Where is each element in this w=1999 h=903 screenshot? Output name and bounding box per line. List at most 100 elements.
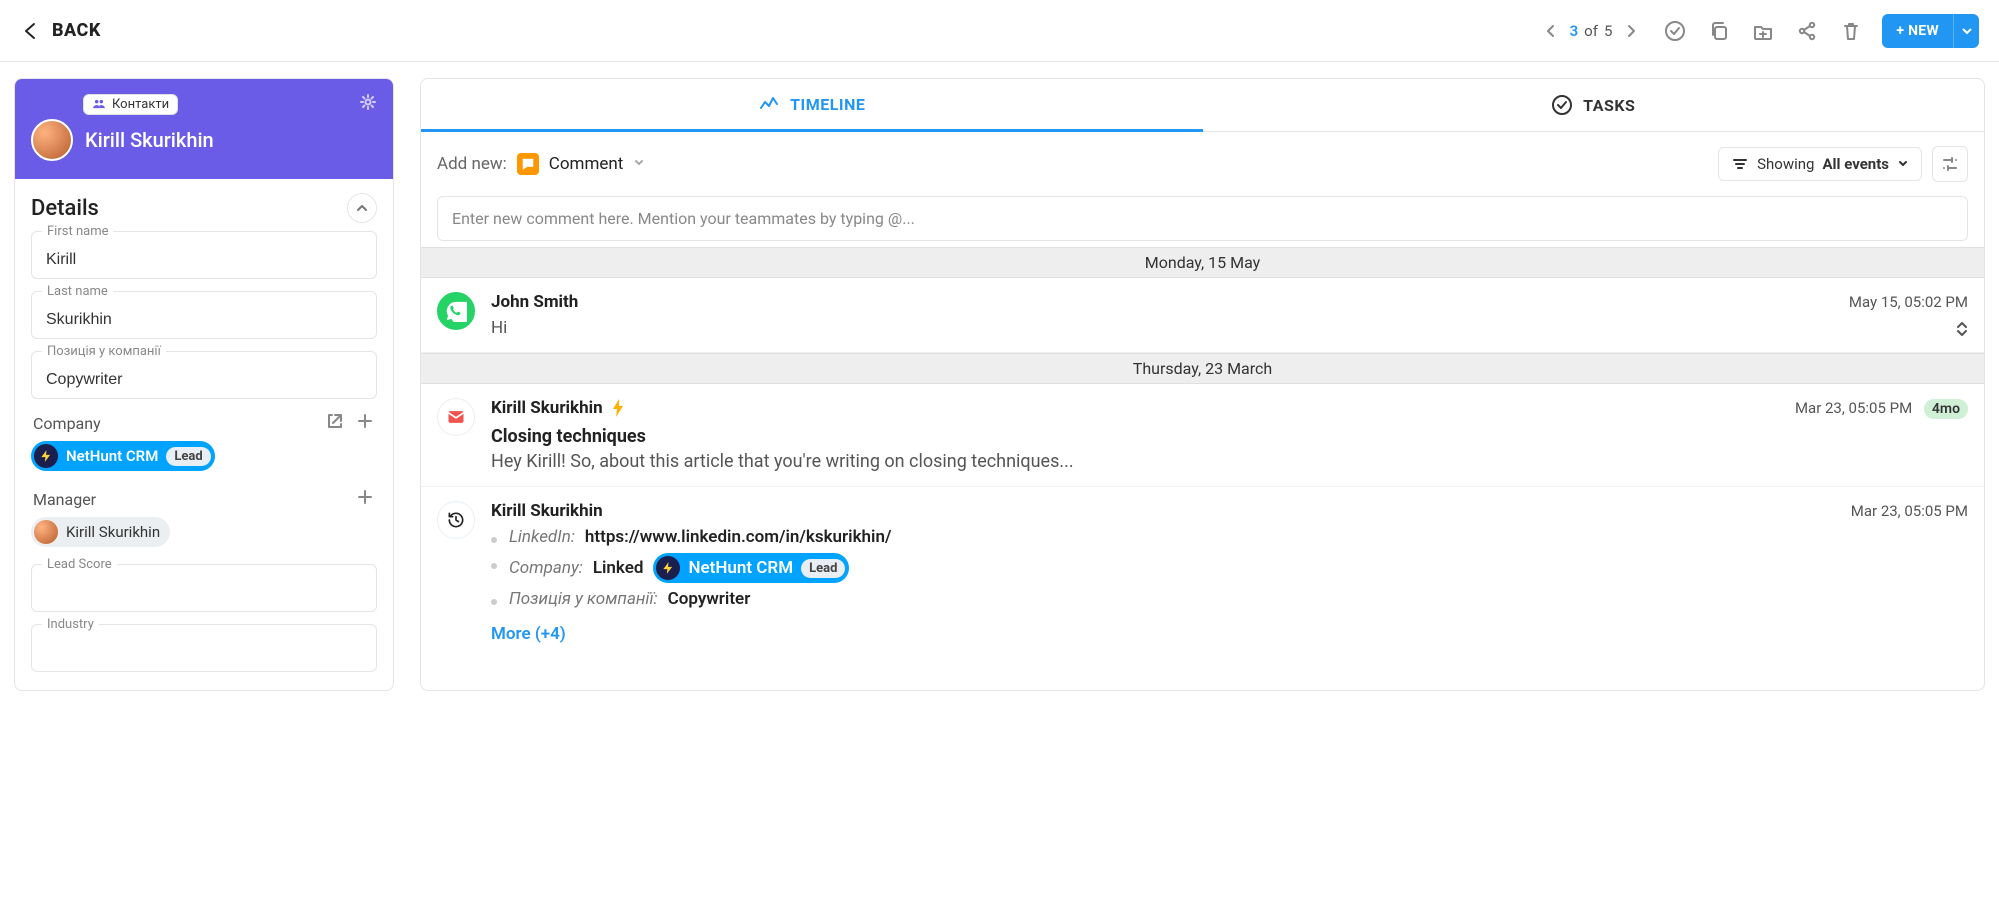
history-icon [437, 501, 475, 539]
delete-button[interactable] [1838, 18, 1864, 44]
company-section-label: Company [33, 414, 101, 433]
add-new-label: Add new: [437, 154, 507, 174]
lead-score-field[interactable]: Lead Score [31, 564, 377, 612]
record-pager: 3 of 5 [1538, 18, 1645, 44]
contact-avatar[interactable] [31, 119, 73, 161]
share-button[interactable] [1794, 18, 1820, 44]
position-label: Позиція у компанії [42, 344, 166, 359]
contacts-icon [92, 97, 106, 111]
add-new-type[interactable]: Comment [549, 154, 624, 174]
company-logo-icon [34, 444, 58, 468]
add-company-button[interactable] [355, 411, 375, 435]
folder-chip[interactable]: Контакти [83, 94, 178, 115]
change-value: Copywriter [668, 589, 751, 609]
timeline-icon [758, 93, 780, 115]
tab-tasks[interactable]: TASKS [1203, 79, 1985, 131]
entry-author: Kirill Skurikhin [491, 398, 603, 418]
plus-icon [355, 411, 375, 431]
add-manager-button[interactable] [355, 487, 375, 511]
date-separator: Thursday, 23 March [421, 353, 1984, 384]
entry-author: Kirill Skurikhin [491, 501, 603, 521]
mark-done-button[interactable] [1662, 18, 1688, 44]
first-name-input[interactable] [44, 250, 364, 270]
contact-sidebar: Контакти Kirill Skurikhin Details First … [14, 78, 394, 691]
company-chip-name: NetHunt CRM [688, 558, 793, 578]
open-company-button[interactable] [325, 411, 345, 435]
entry-age-badge: 4mo [1924, 399, 1968, 419]
last-name-label: Last name [42, 284, 113, 299]
filter-value: All events [1822, 155, 1889, 173]
manager-chip[interactable]: Kirill Skurikhin [31, 517, 170, 547]
company-chip-stage: Lead [801, 559, 845, 578]
new-button-label: + NEW [1882, 14, 1953, 48]
pager-total: 5 [1604, 22, 1612, 40]
new-button[interactable]: + NEW [1882, 14, 1979, 48]
comment-type-icon [517, 153, 539, 175]
company-logo-icon [656, 556, 680, 580]
position-input[interactable] [44, 370, 364, 390]
move-folder-button[interactable] [1750, 18, 1776, 44]
change-value-prefix: Linked [593, 558, 644, 578]
copy-button[interactable] [1706, 18, 1732, 44]
record-settings-button[interactable] [359, 93, 377, 115]
top-actions: 3 of 5 + NEW [1538, 14, 1979, 48]
chevron-up-icon [355, 201, 369, 215]
entry-time: Mar 23, 05:05 PM [1795, 399, 1912, 417]
industry-field[interactable]: Industry [31, 624, 377, 672]
filter-icon [1731, 155, 1749, 173]
change-key: LinkedIn: [509, 527, 575, 547]
panel-tabs: TIMELINE TASKS [421, 79, 1984, 132]
events-filter-button[interactable]: Showing All events [1718, 147, 1922, 181]
change-key: Позиція у компанії: [509, 589, 658, 609]
change-linkedin: LinkedIn: https://www.linkedin.com/in/ks… [491, 527, 1968, 547]
back-button[interactable]: BACK [20, 20, 101, 42]
chevron-up-icon [1956, 321, 1968, 329]
new-button-dropdown[interactable] [1953, 14, 1979, 48]
add-new-group: Add new: Comment [437, 153, 645, 175]
email-icon [437, 398, 475, 436]
manager-chip-name: Kirill Skurikhin [66, 523, 160, 541]
top-bar: BACK 3 of 5 + NEW [0, 0, 1999, 62]
entry-message: Hi [491, 318, 507, 338]
last-name-input[interactable] [44, 310, 364, 330]
whatsapp-icon [437, 292, 475, 330]
more-changes-link[interactable]: More (+4) [491, 624, 1968, 644]
gear-icon [359, 93, 377, 111]
industry-label: Industry [42, 617, 99, 632]
comment-input[interactable]: Enter new comment here. Mention your tea… [437, 196, 1968, 241]
contact-hero: Контакти Kirill Skurikhin [15, 79, 393, 179]
entry-time: Mar 23, 05:05 PM [1851, 502, 1968, 520]
external-link-icon [325, 411, 345, 431]
filter-prefix: Showing [1757, 155, 1814, 173]
last-name-field[interactable]: Last name [31, 291, 377, 339]
industry-input[interactable] [44, 643, 364, 663]
manager-avatar [34, 520, 58, 544]
date-separator: Monday, 15 May [421, 247, 1984, 278]
first-name-label: First name [42, 224, 113, 239]
position-field[interactable]: Позиція у компанії [31, 351, 377, 399]
collapse-details-button[interactable] [347, 193, 377, 223]
tab-timeline[interactable]: TIMELINE [421, 79, 1203, 132]
company-chip[interactable]: NetHunt CRM Lead [653, 553, 849, 583]
back-label: BACK [52, 20, 101, 41]
timeline-entry-email[interactable]: Kirill Skurikhin Mar 23, 05:05 PM 4mo Cl… [421, 384, 1984, 487]
expand-toggle[interactable] [1956, 321, 1968, 337]
lead-score-input[interactable] [44, 583, 364, 603]
first-name-field[interactable]: First name [31, 231, 377, 279]
add-new-type-dropdown[interactable] [633, 154, 645, 174]
entry-preview: Hey Kirill! So, about this article that … [491, 451, 1968, 472]
change-list: LinkedIn: https://www.linkedin.com/in/ks… [491, 527, 1968, 609]
timeline-entry-whatsapp[interactable]: John Smith May 15, 05:02 PM Hi [421, 278, 1984, 353]
folder-chip-label: Контакти [112, 97, 169, 112]
timeline-entry-history[interactable]: Kirill Skurikhin Mar 23, 05:05 PM Linked… [421, 487, 1984, 658]
tab-tasks-label: TASKS [1583, 96, 1635, 115]
change-value: https://www.linkedin.com/in/kskurikhin/ [585, 527, 892, 547]
pager-current: 3 [1570, 22, 1579, 40]
pager-next[interactable] [1618, 18, 1644, 44]
company-chip[interactable]: NetHunt CRM Lead [31, 441, 215, 471]
pager-prev[interactable] [1538, 18, 1564, 44]
sliders-icon [1940, 154, 1960, 174]
chevron-down-icon [633, 157, 645, 169]
timeline-settings-button[interactable] [1932, 146, 1968, 182]
bolt-icon [611, 399, 625, 417]
